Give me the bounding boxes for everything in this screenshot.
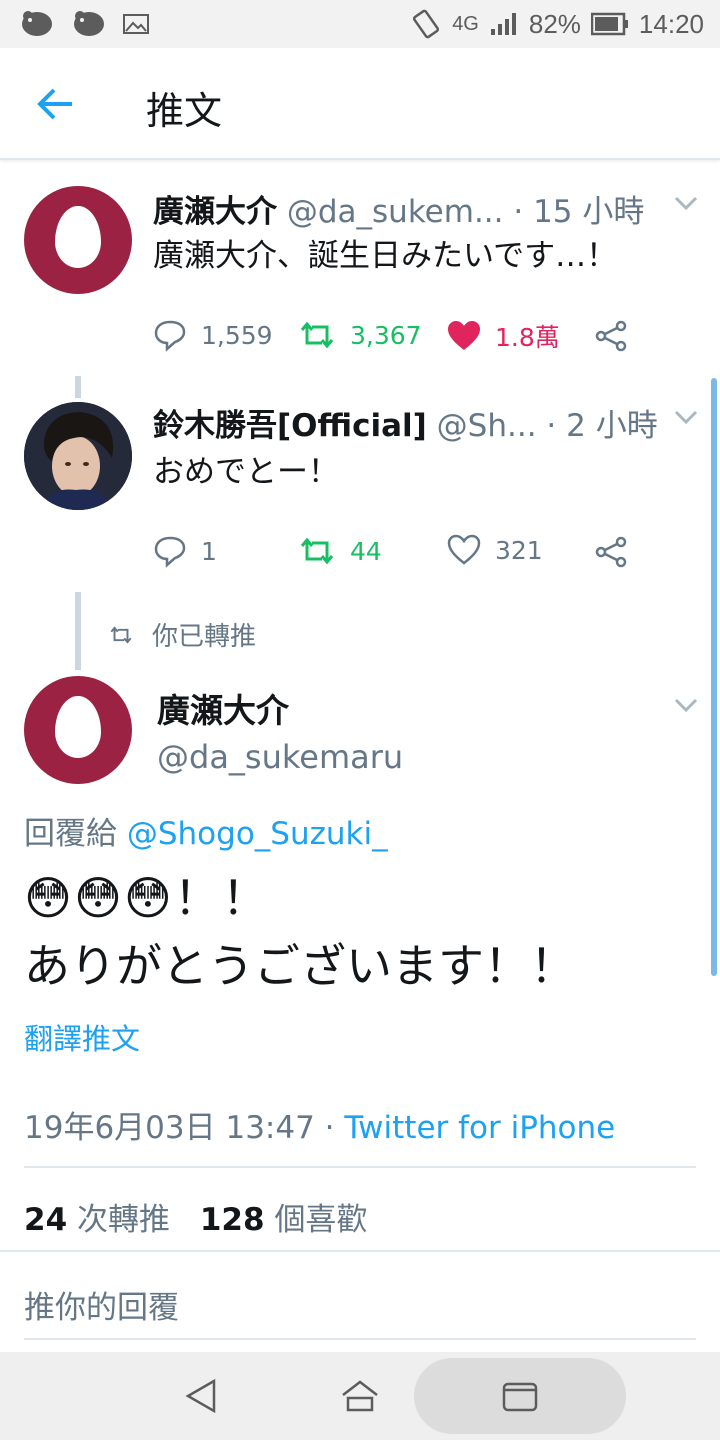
retweet-total: 24: [24, 1202, 68, 1238]
scrollbar[interactable]: [711, 378, 717, 976]
tweet-text: おめでとー！: [153, 454, 339, 490]
author-handle: @da_sukem...: [286, 194, 504, 230]
like-button[interactable]: 1.8萬: [447, 318, 560, 354]
tweet-time: · 15 小時: [513, 194, 645, 230]
tweet-meta: 19年6月03日 13:47 · Twitter for iPhone: [24, 1102, 615, 1147]
retweet-notice-text: 你已轉推: [152, 622, 257, 652]
tweet-text-line-1: 😳😳😳！！: [24, 871, 270, 925]
reply-button[interactable]: 1: [153, 534, 217, 568]
battery-percent: 82%: [528, 8, 581, 39]
reply-prefix: 回覆給: [24, 816, 117, 852]
author-handle: @Sh...: [436, 408, 537, 444]
profile-photo: [24, 402, 132, 510]
author-name[interactable]: 廣瀬大介: [157, 684, 289, 732]
heart-filled-icon: [448, 321, 480, 350]
retweet-icon: [300, 321, 334, 349]
author-handle: @da_sukemaru: [157, 738, 404, 776]
app-notification-icon: [22, 11, 52, 36]
signal-icon: [490, 13, 516, 35]
like-count: 321: [495, 535, 543, 565]
tweet-text: 廣瀬大介、誕生日みたいです…！: [153, 238, 618, 274]
reply-input[interactable]: 推你的回覆: [24, 1282, 696, 1340]
back-arrow-icon: [37, 88, 72, 120]
reply-icon: [154, 320, 186, 352]
avatar[interactable]: [24, 402, 132, 510]
chevron-down-icon[interactable]: [674, 698, 698, 714]
like-stat[interactable]: 128 個喜歡: [200, 1202, 368, 1238]
retweet-stat[interactable]: 24 次轉推: [24, 1202, 170, 1238]
divider: [24, 1166, 696, 1168]
retweet-button[interactable]: 3,367: [298, 318, 422, 352]
reply-count: 1,559: [201, 320, 273, 350]
like-stat-label: 個喜歡: [274, 1202, 368, 1238]
thread-connector: [75, 376, 81, 398]
system-nav-bar: [0, 1352, 720, 1440]
battery-icon: [590, 12, 628, 36]
retweet-button[interactable]: 44: [298, 534, 382, 568]
like-button[interactable]: 321: [447, 534, 543, 566]
reply-input-underline: [24, 1338, 696, 1340]
tweet-date: 19年6月03日 13:47 ·: [24, 1110, 335, 1146]
clock: 14:20: [638, 8, 704, 39]
page-title: 推文: [146, 89, 223, 133]
vibrate-icon: [413, 9, 440, 39]
app-notification-icon: [74, 11, 104, 36]
divider: [0, 1250, 720, 1252]
reply-icon: [154, 536, 186, 568]
nav-recents-icon[interactable]: [502, 1382, 538, 1412]
share-icon[interactable]: [594, 536, 628, 568]
reply-button[interactable]: 1,559: [153, 318, 273, 352]
share-icon[interactable]: [594, 320, 628, 352]
app-bar: 推文: [0, 48, 720, 160]
thread-connector: [75, 592, 81, 670]
reply-count: 1: [201, 536, 217, 566]
tweet-time: · 2 小時: [546, 408, 658, 444]
reply-mention-link[interactable]: @Shogo_Suzuki_: [127, 816, 388, 852]
author-name[interactable]: 廣瀬大介: [153, 194, 277, 230]
translate-link[interactable]: 翻譯推文: [24, 1016, 140, 1058]
chevron-down-icon[interactable]: [674, 410, 698, 426]
heart-outline-icon: [447, 534, 481, 565]
retweet-icon: [300, 537, 334, 565]
tweet-text-line-2: ありがとうございます！！: [24, 939, 576, 993]
like-total: 128: [199, 1202, 265, 1238]
network-type: 4G: [452, 12, 479, 35]
nav-back-icon[interactable]: [184, 1378, 218, 1414]
nav-home-icon[interactable]: [340, 1378, 380, 1414]
retweet-small-icon: [110, 625, 132, 644]
back-button[interactable]: [28, 80, 84, 128]
like-count: 1.8萬: [495, 323, 560, 352]
image-notification-icon: [123, 14, 149, 34]
author-name[interactable]: 鈴木勝吾[Official]: [153, 408, 427, 444]
avatar[interactable]: [24, 186, 132, 294]
chevron-down-icon[interactable]: [674, 196, 698, 212]
retweet-stat-label: 次轉推: [77, 1202, 170, 1238]
status-bar: 4G 82% 14:20: [0, 0, 720, 48]
tweet-source-link[interactable]: Twitter for iPhone: [344, 1110, 615, 1146]
engagement-stats: 24 次轉推 128 個喜歡: [24, 1194, 367, 1239]
retweet-notice: 你已轉推: [108, 616, 256, 653]
retweet-count: 44: [350, 536, 382, 566]
retweet-count: 3,367: [350, 320, 422, 350]
avatar[interactable]: [24, 676, 132, 784]
reply-context: 回覆給 @Shogo_Suzuki_: [24, 808, 388, 853]
